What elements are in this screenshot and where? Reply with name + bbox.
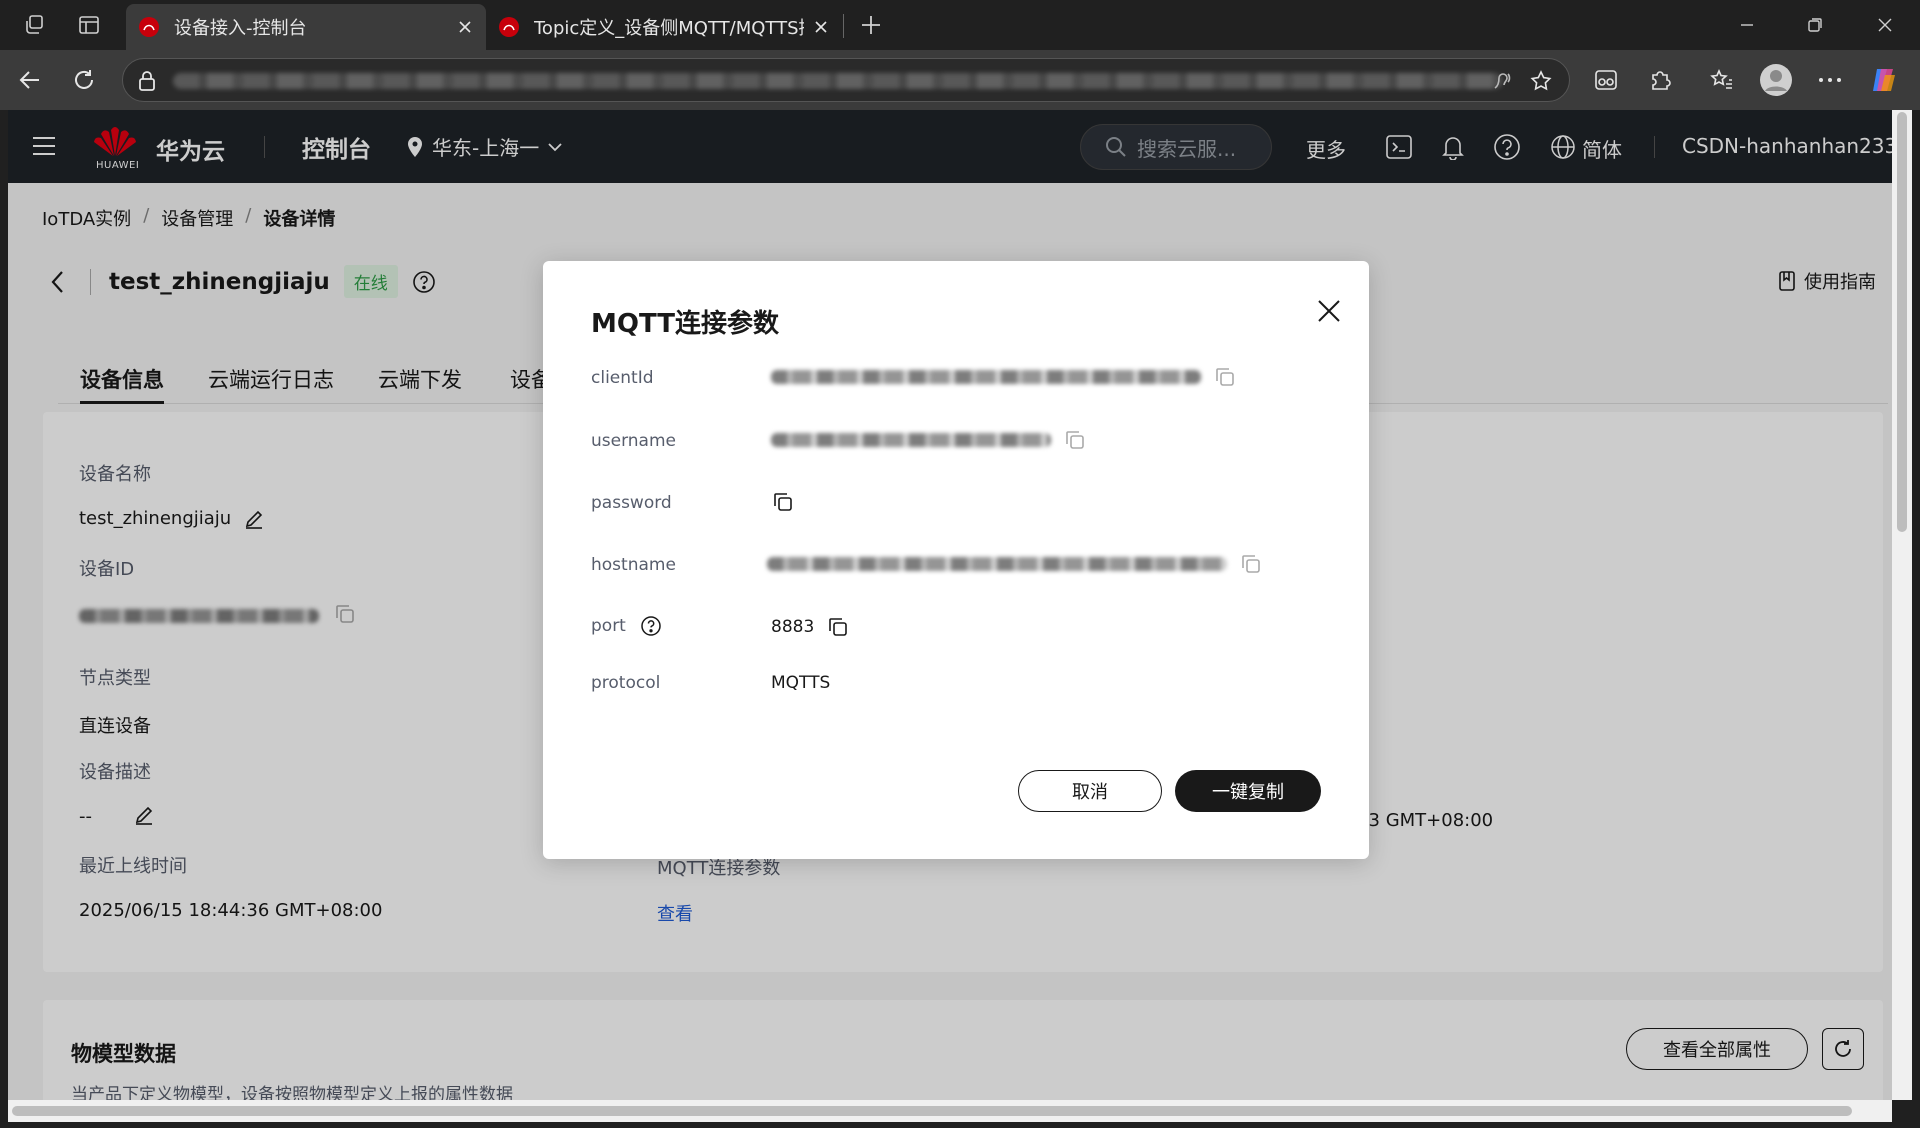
workspaces-icon[interactable] <box>20 10 50 40</box>
clientid-label: clientId <box>591 368 654 388</box>
vertical-scroll-thumb[interactable] <box>1897 112 1907 532</box>
copy-all-button[interactable]: 一键复制 <box>1175 770 1321 812</box>
more-options-icon[interactable] <box>1812 62 1848 98</box>
page-viewport: HUAWEI 华为云 控制台 华东-上海一 搜索云服... 更多 简体 CSDN… <box>8 110 1892 1100</box>
blurred-username <box>771 433 1051 447</box>
huawei-favicon-icon <box>139 17 159 37</box>
favorite-star-icon[interactable] <box>1529 69 1553 93</box>
close-tab-icon[interactable] <box>810 16 832 38</box>
cancel-button[interactable]: 取消 <box>1018 770 1162 812</box>
blurred-url <box>173 73 1503 89</box>
lock-icon[interactable] <box>137 70 157 92</box>
browser-nav-bar <box>0 50 1920 110</box>
close-icon <box>1318 300 1340 322</box>
huawei-favicon-icon <box>499 17 519 37</box>
port-value-row: 8883 <box>771 615 850 639</box>
read-aloud-icon[interactable] <box>1491 70 1513 92</box>
cancel-label: 取消 <box>1072 782 1108 803</box>
tab-topic-doc[interactable]: Topic定义_设备侧MQTT/MQTTS接 <box>486 4 842 50</box>
copy-all-label: 一键复制 <box>1212 782 1284 803</box>
port-value: 8883 <box>771 617 815 637</box>
new-tab-icon[interactable] <box>856 10 886 40</box>
browser-tab-bar: 设备接入-控制台 Topic定义_设备侧MQTT/MQTTS接 <box>0 0 1920 50</box>
horizontal-scroll-thumb[interactable] <box>12 1106 1852 1116</box>
port-label-row: port <box>591 615 662 637</box>
protocol-value: MQTTS <box>771 673 831 693</box>
blurred-clientid <box>771 370 1201 384</box>
tab-divider <box>843 14 844 38</box>
extensions-icon[interactable] <box>1642 62 1678 98</box>
tab-actions-icon[interactable] <box>74 10 104 40</box>
copy-icon[interactable] <box>826 615 850 639</box>
favorites-icon[interactable] <box>1704 62 1740 98</box>
vertical-scrollbar[interactable] <box>1892 110 1912 1100</box>
refresh-icon[interactable] <box>66 62 102 98</box>
mqtt-params-dialog: MQTT连接参数 clientId username password host… <box>543 261 1369 859</box>
address-bar[interactable] <box>122 58 1570 102</box>
tab-iot-console[interactable]: 设备接入-控制台 <box>126 4 486 50</box>
port-label: port <box>591 616 626 636</box>
tab-title: Topic定义_设备侧MQTT/MQTTS接 <box>534 18 804 39</box>
back-icon[interactable] <box>12 62 48 98</box>
profile-avatar-icon[interactable] <box>1758 62 1794 98</box>
dialog-title: MQTT连接参数 <box>591 309 780 339</box>
hostname-value <box>767 552 1263 576</box>
clientid-value <box>771 365 1237 389</box>
hostname-label: hostname <box>591 555 676 575</box>
reading-view-icon[interactable] <box>1588 62 1624 98</box>
close-window-icon[interactable] <box>1870 10 1900 40</box>
password-label: password <box>591 493 672 513</box>
copy-icon[interactable] <box>1063 428 1087 452</box>
blurred-hostname <box>767 557 1227 571</box>
help-icon[interactable] <box>640 615 662 637</box>
restore-icon[interactable] <box>1800 10 1830 40</box>
protocol-label: protocol <box>591 673 661 693</box>
username-label: username <box>591 431 676 451</box>
minimize-icon[interactable] <box>1732 10 1762 40</box>
copy-icon[interactable] <box>1239 552 1263 576</box>
horizontal-scrollbar[interactable] <box>8 1100 1892 1122</box>
tab-title: 设备接入-控制台 <box>174 18 307 39</box>
password-value <box>771 490 795 514</box>
copilot-icon[interactable] <box>1866 62 1902 98</box>
username-value <box>771 428 1087 452</box>
dialog-close-button[interactable] <box>1311 293 1347 329</box>
copy-icon[interactable] <box>771 490 795 514</box>
copy-icon[interactable] <box>1213 365 1237 389</box>
close-tab-icon[interactable] <box>454 16 476 38</box>
